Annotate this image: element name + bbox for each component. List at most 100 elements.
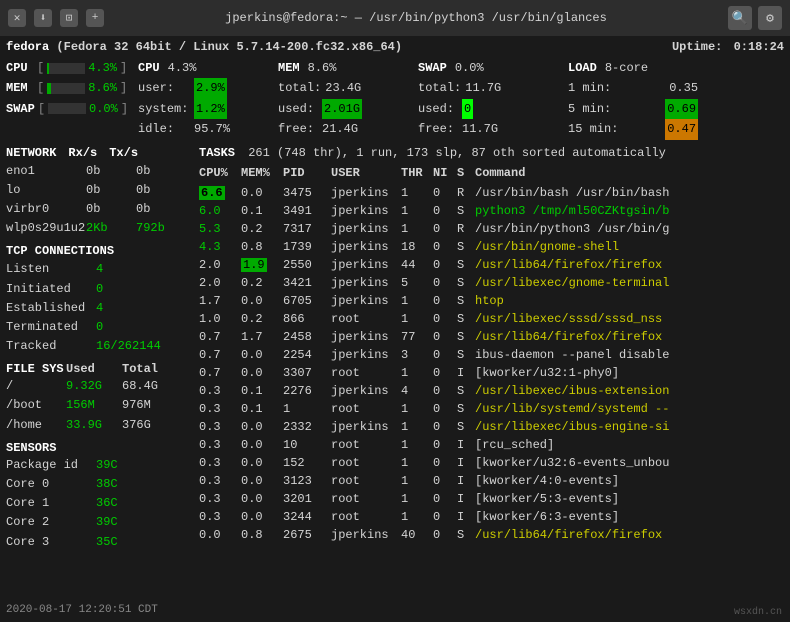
mem-mini-label: MEM bbox=[6, 78, 34, 98]
gear-icon[interactable]: ⚙ bbox=[758, 6, 782, 30]
system-desc: (Fedora 32 64bit / Linux 5.7.14-200.fc32… bbox=[56, 40, 402, 54]
search-icon[interactable]: 🔍 bbox=[728, 6, 752, 30]
proc-ni: 0 bbox=[433, 454, 457, 472]
load-5min-highlight: 0.69 bbox=[665, 99, 698, 119]
load-label: LOAD bbox=[568, 58, 597, 78]
close-button[interactable]: ✕ bbox=[8, 9, 26, 27]
table-row: 4.3 0.8 1739 jperkins 18 0 S /usr/bin/gn… bbox=[199, 238, 784, 256]
net-rx-val: 0b bbox=[86, 162, 136, 181]
proc-mem: 0.2 bbox=[241, 310, 283, 328]
proc-mem: 0.0 bbox=[241, 292, 283, 310]
system-info-row: fedora (Fedora 32 64bit / Linux 5.7.14-2… bbox=[6, 40, 784, 54]
tcp-row: Terminated 0 bbox=[6, 318, 191, 337]
mem-total-val: 23.4G bbox=[325, 78, 361, 98]
sensor-row: Core 3 35C bbox=[6, 533, 191, 552]
cpu-mini-bracket-close: ] bbox=[120, 58, 127, 78]
proc-mem: 0.0 bbox=[241, 364, 283, 382]
proc-cpu: 0.7 bbox=[199, 364, 241, 382]
cpu-mini-label: CPU bbox=[6, 58, 34, 78]
filesys-row: /home 33.9G 376G bbox=[6, 416, 191, 435]
proc-cpu: 5.3 bbox=[199, 220, 241, 238]
col-thr-header: THR bbox=[401, 164, 433, 183]
swap-used-highlight: 0 bbox=[462, 99, 473, 119]
tasks-label: TASKS bbox=[199, 146, 235, 160]
proc-state: S bbox=[457, 310, 475, 328]
minimize-button[interactable]: ⬇ bbox=[34, 9, 52, 27]
mem-total-label: total: bbox=[278, 78, 321, 98]
proc-pid: 1 bbox=[283, 400, 331, 418]
proc-ni: 0 bbox=[433, 184, 457, 202]
fs-path: /boot bbox=[6, 396, 66, 415]
table-row: 6.0 0.1 3491 jperkins 1 0 S python3 /tmp… bbox=[199, 202, 784, 220]
col-cmd-header: Command bbox=[475, 164, 525, 183]
net-tx-val: 792b bbox=[136, 219, 186, 238]
network-tasks-row: NETWORK Rx/s Tx/s eno1 0b 0b lo 0b 0b vi… bbox=[6, 146, 784, 552]
proc-thr: 1 bbox=[401, 220, 433, 238]
table-row: 0.3 0.1 1 root 1 0 S /usr/lib/systemd/sy… bbox=[199, 400, 784, 418]
table-row: 1.0 0.2 866 root 1 0 S /usr/libexec/sssd… bbox=[199, 310, 784, 328]
proc-thr: 1 bbox=[401, 364, 433, 382]
window-controls: ✕ ⬇ ⊡ + bbox=[8, 9, 104, 27]
proc-pid: 2254 bbox=[283, 346, 331, 364]
proc-mem-val: 0.0 bbox=[241, 186, 263, 200]
swap-mini-bracket-open: [ bbox=[38, 99, 45, 119]
maximize-button[interactable]: ⊡ bbox=[60, 9, 78, 27]
tcp-label: Initiated bbox=[6, 280, 96, 299]
proc-cpu-val: 0.3 bbox=[199, 420, 221, 434]
proc-rows: 6.6 0.0 3475 jperkins 1 0 R /usr/bin/bas… bbox=[199, 184, 784, 544]
fs-total: 68.4G bbox=[122, 377, 158, 396]
proc-ni: 0 bbox=[433, 382, 457, 400]
proc-cpu-val: 0.3 bbox=[199, 474, 221, 488]
proc-cpu-val: 0.3 bbox=[199, 402, 221, 416]
hostname-info: fedora (Fedora 32 64bit / Linux 5.7.14-2… bbox=[6, 40, 402, 54]
load-15min-highlight: 0.47 bbox=[665, 119, 698, 139]
proc-pid: 6705 bbox=[283, 292, 331, 310]
tcp-label: Tracked bbox=[6, 337, 96, 356]
cpu-detail-pct: 4.3% bbox=[168, 58, 197, 78]
cpu-system-label: system: bbox=[138, 99, 190, 119]
proc-user: jperkins bbox=[331, 292, 401, 310]
proc-mem: 0.0 bbox=[241, 490, 283, 508]
proc-pid: 3491 bbox=[283, 202, 331, 220]
timestamp: 2020-08-17 12:20:51 CDT bbox=[6, 604, 158, 616]
proc-cpu-val: 0.7 bbox=[199, 366, 221, 380]
proc-cpu-val: 6.0 bbox=[199, 204, 221, 218]
watermark: wsxdn.cn bbox=[734, 607, 782, 618]
sensor-row: Core 2 39C bbox=[6, 513, 191, 532]
proc-mem-val: 1.7 bbox=[241, 330, 263, 344]
load-1min-label: 1 min: bbox=[568, 78, 611, 98]
proc-cpu-val: 5.3 bbox=[199, 222, 221, 236]
fs-used: 33.9G bbox=[66, 416, 122, 435]
proc-mem-val: 0.0 bbox=[241, 510, 263, 524]
proc-state: S bbox=[457, 238, 475, 256]
net-tx-val: 0b bbox=[136, 162, 186, 181]
swap-mini-bar-bg bbox=[48, 103, 86, 114]
proc-cmd: [kworker/u32:1-phy0] bbox=[475, 364, 619, 382]
new-tab-button[interactable]: + bbox=[86, 9, 104, 27]
net-rx-val: 0b bbox=[86, 181, 136, 200]
load-header-row: LOAD 8-core bbox=[568, 58, 698, 78]
load-1min-val: 0.35 bbox=[669, 78, 698, 98]
proc-state: S bbox=[457, 328, 475, 346]
proc-pid: 7317 bbox=[283, 220, 331, 238]
cpu-system-row: system: 1.2% bbox=[138, 99, 258, 119]
network-rows: eno1 0b 0b lo 0b 0b virbr0 0b 0b wlp0s29… bbox=[6, 162, 191, 239]
load-cores: 8-core bbox=[605, 58, 648, 78]
mem-used-highlight: 2.01G bbox=[322, 99, 362, 119]
swap-detail-pct: 0.0% bbox=[455, 58, 484, 78]
net-iface-name: wlp0s29u1u2 bbox=[6, 219, 86, 238]
proc-state: R bbox=[457, 220, 475, 238]
proc-state: S bbox=[457, 382, 475, 400]
table-row: 0.0 0.8 2675 jperkins 40 0 S /usr/lib64/… bbox=[199, 526, 784, 544]
swap-used-label: used: bbox=[418, 99, 458, 119]
proc-state: I bbox=[457, 472, 475, 490]
fs-total: 376G bbox=[122, 416, 151, 435]
swap-mini-row: SWAP [ 0.0% ] bbox=[6, 99, 128, 119]
cpu-user-val: 2.9% bbox=[194, 78, 227, 98]
tasks-header-row: TASKS 261 (748 thr), 1 run, 173 slp, 87 … bbox=[199, 146, 784, 160]
cpu-mini-val: 4.3% bbox=[88, 58, 117, 78]
proc-cpu-val: 0.3 bbox=[199, 492, 221, 506]
proc-mem-val: 0.8 bbox=[241, 240, 263, 254]
proc-mem-val: 0.0 bbox=[241, 366, 263, 380]
process-table: CPU% MEM% PID USER THR NI S Command 6.6 … bbox=[199, 164, 784, 544]
